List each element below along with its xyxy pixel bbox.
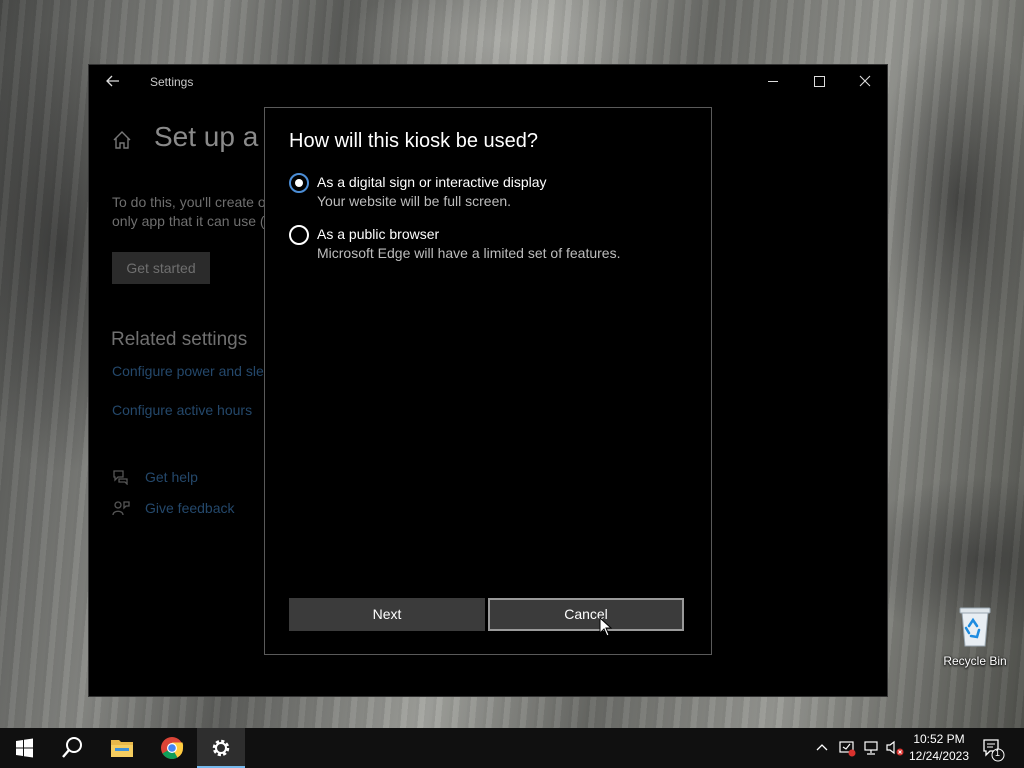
show-hidden-icons-chevron-icon[interactable] [814,740,830,756]
clock-date[interactable]: 12/24/2023 [908,749,970,763]
maximize-button[interactable] [796,65,842,99]
folder-icon [111,740,133,757]
dialog-title: How will this kiosk be used? [289,130,538,152]
description-line-1: To do this, you'll create o [112,194,266,210]
back-arrow-icon[interactable] [105,73,121,89]
page-description: To do this, you'll create o only app tha… [112,193,272,231]
configure-active-hours-link[interactable]: Configure active hours [112,402,252,418]
option-description: Your website will be full screen. [317,193,512,209]
action-center-button[interactable]: 1 [978,736,1006,762]
clock-time[interactable]: 10:52 PM [908,732,970,746]
notification-icon [983,739,1005,762]
minimize-button[interactable] [750,65,796,99]
home-icon[interactable] [112,130,132,150]
option-digital-sign[interactable]: As a digital sign or interactive display… [289,172,689,216]
configure-power-sleep-link[interactable]: Configure power and sleep [112,363,267,379]
next-button[interactable]: Next [289,598,485,631]
get-help-link[interactable]: Get help [145,469,198,485]
recycle-bin-icon [957,604,993,648]
option-label: As a public browser [317,226,440,242]
window-title: Settings [150,75,194,89]
help-chat-icon [112,469,130,486]
get-started-button[interactable]: Get started [112,252,210,284]
cancel-button[interactable]: Cancel [488,598,684,631]
kiosk-usage-dialog: How will this kiosk be used? As a digita… [264,107,712,655]
close-button[interactable] [842,65,888,99]
taskbar: 10:52 PM 12/24/2023 1 [0,728,1024,768]
search-button[interactable] [48,728,96,768]
option-description: Microsoft Edge will have a limited set o… [317,245,621,261]
give-feedback-link[interactable]: Give feedback [145,500,235,516]
radio-public-browser[interactable] [289,225,309,245]
gear-icon [212,739,230,757]
settings-taskbar-button[interactable] [197,728,245,768]
feedback-person-icon [112,500,130,516]
network-icon[interactable] [862,739,880,757]
volume-muted-icon[interactable] [885,739,905,757]
file-explorer-button[interactable] [98,728,146,768]
description-line-2: only app that it can use ( [112,213,265,229]
window-titlebar: Settings [89,65,887,99]
chrome-button[interactable] [148,728,196,768]
page-title: Set up a kiosk [154,121,264,152]
option-public-browser[interactable]: As a public browser Microsoft Edge will … [289,224,689,268]
search-icon [62,737,82,758]
security-alert-icon[interactable] [838,739,856,757]
start-button[interactable] [0,728,48,768]
windows-logo-icon [16,738,33,758]
chrome-icon [161,737,184,759]
mouse-pointer-icon [599,616,613,637]
recycle-bin-shortcut[interactable]: Recycle Bin [940,600,1010,668]
notification-count: 1 [995,748,1001,758]
recycle-bin-label: Recycle Bin [943,654,1007,668]
option-label: As a digital sign or interactive display [317,174,547,190]
radio-digital-sign[interactable] [289,173,309,193]
related-settings-heading: Related settings [111,329,248,350]
